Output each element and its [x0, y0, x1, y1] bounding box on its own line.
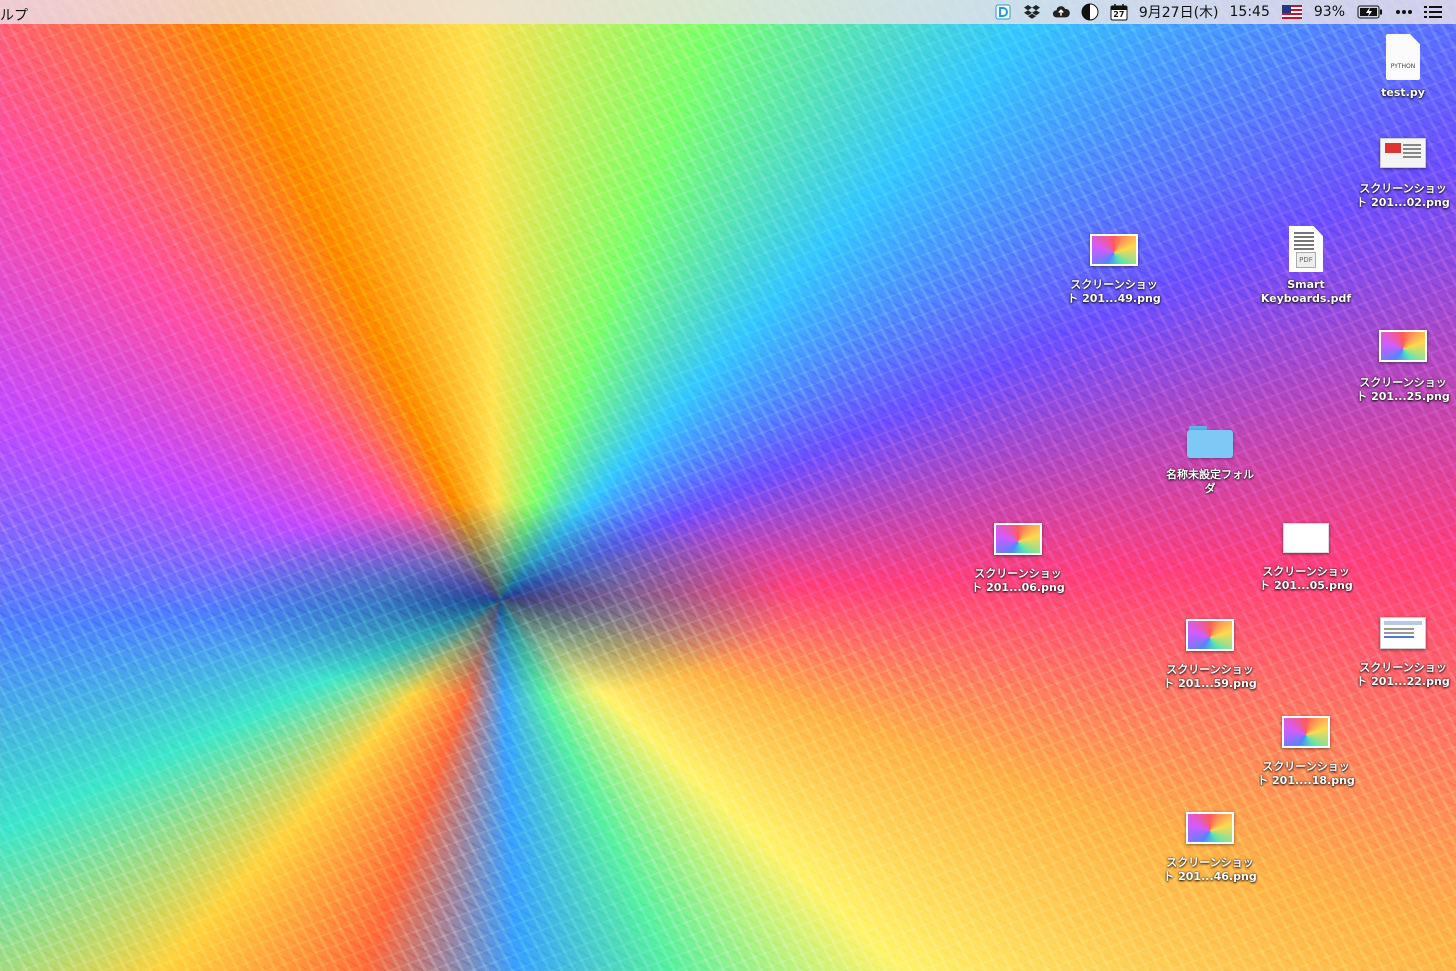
desktop-item-screenshot-59[interactable]: スクリーンショッ ト 201...59.png [1155, 619, 1265, 691]
screenshot-thumbnail-icon [994, 523, 1042, 555]
more-icon[interactable] [1395, 3, 1413, 21]
item-label-line2: ト 201...22.png [1356, 675, 1450, 688]
item-label-line1: スクリーンショッ [1166, 856, 1254, 869]
dropbox-icon[interactable] [1023, 3, 1041, 21]
screenshot-thumbnail-icon [1090, 234, 1138, 266]
item-label-line1: スクリーンショッ [1262, 565, 1350, 578]
desktop-item-screenshot-46[interactable]: スクリーンショッ ト 201...46.png [1155, 812, 1265, 884]
item-label-line1: スクリーンショッ [1359, 182, 1447, 195]
desktop-item-screenshot-02[interactable]: スクリーンショッ ト 201...02.png [1348, 138, 1456, 210]
desktop-item-screenshot-25[interactable]: スクリーンショッ ト 201...25.png [1348, 330, 1456, 404]
item-label-line1: スクリーンショッ [974, 567, 1062, 580]
flag-us-icon[interactable] [1281, 3, 1303, 21]
item-label-line2: ト 201...59.png [1163, 677, 1257, 690]
moon-icon[interactable] [1081, 3, 1099, 21]
calendar-day: 27 [1113, 10, 1125, 19]
screenshot-thumbnail-icon [1282, 716, 1330, 748]
help-menu-label: ルプ [0, 8, 28, 24]
menu-bar: ルプ 27 9月27日(木) 15:45 93% [0, 0, 1456, 24]
item-label-line2: ト 201...46.png [1163, 870, 1257, 883]
screenshot-thumbnail-icon [1380, 138, 1426, 168]
item-label-line2: Keyboards.pdf [1260, 292, 1352, 305]
screenshot-thumbnail-icon [1379, 330, 1427, 362]
item-label-line2: ト 201...02.png [1356, 196, 1450, 209]
desktop-item-screenshot-18[interactable]: スクリーンショッ ト 201....18.png [1251, 716, 1361, 788]
item-label-line1: スクリーンショッ [1359, 376, 1447, 389]
dashlane-icon[interactable] [994, 3, 1012, 21]
calendar-icon[interactable]: 27 [1110, 3, 1128, 21]
date-text[interactable]: 9月27日(木) [1139, 0, 1219, 24]
screenshot-thumbnail-icon [1186, 812, 1234, 844]
item-label-line2: ト 201...49.png [1067, 292, 1161, 305]
desktop-item-screenshot-22[interactable]: スクリーンショッ ト 201...22.png [1348, 617, 1456, 689]
cloud-upload-icon[interactable] [1052, 3, 1070, 21]
screenshot-thumbnail-icon [1380, 617, 1426, 649]
item-label-line2: ト 201...25.png [1356, 390, 1450, 403]
item-label: test.py [1381, 86, 1425, 99]
item-label-line1: スクリーンショッ [1070, 278, 1158, 291]
desktop-item-untitled-folder[interactable]: 名称未設定フォル ダ [1155, 426, 1265, 496]
desktop-item-smart-keyboards-pdf[interactable]: PDF Smart Keyboards.pdf [1251, 226, 1361, 306]
screenshot-thumbnail-icon [1283, 523, 1329, 553]
desktop-item-test-py[interactable]: PYTHON test.py [1348, 34, 1456, 100]
item-label-line2: ト 201...05.png [1259, 579, 1353, 592]
item-label-line2: ト 201...06.png [971, 581, 1065, 594]
help-menu[interactable]: ルプ [0, 3, 28, 27]
time-text[interactable]: 15:45 [1230, 0, 1270, 24]
pdf-file-icon: PDF [1289, 226, 1323, 272]
desktop-item-screenshot-05[interactable]: スクリーンショッ ト 201...05.png [1251, 523, 1361, 593]
item-label-line1: スクリーンショッ [1359, 661, 1447, 674]
desktop-item-screenshot-06[interactable]: スクリーンショッ ト 201...06.png [963, 523, 1073, 595]
python-file-icon: PYTHON [1386, 34, 1420, 80]
list-icon[interactable] [1424, 3, 1442, 21]
item-label-line2: ト 201....18.png [1257, 774, 1355, 787]
item-label-line1: スクリーンショッ [1262, 760, 1350, 773]
item-label-line1: Smart [1287, 278, 1325, 291]
item-label-line1: スクリーンショッ [1166, 663, 1254, 676]
battery-icon[interactable] [1356, 3, 1384, 21]
desktop-item-screenshot-49[interactable]: スクリーンショッ ト 201...49.png [1059, 234, 1169, 306]
folder-icon [1187, 426, 1233, 458]
screenshot-thumbnail-icon [1186, 619, 1234, 651]
item-label-line1: 名称未設定フォル [1166, 468, 1254, 481]
battery-percent[interactable]: 93% [1314, 0, 1345, 24]
item-label-line2: ダ [1204, 482, 1216, 495]
